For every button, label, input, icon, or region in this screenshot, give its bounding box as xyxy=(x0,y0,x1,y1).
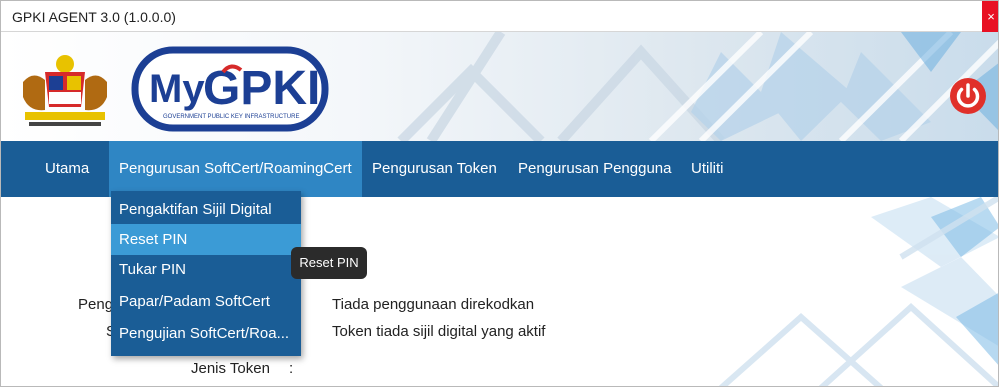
header-banner: My GPKI GOVERNMENT PUBLIC KEY INFRASTRUC… xyxy=(1,32,998,141)
usage-value: Tiada penggunaan direkodkan xyxy=(332,296,535,313)
status-value: Token tiada sijil digital yang aktif xyxy=(332,323,546,340)
menu-utiliti[interactable]: Utiliti xyxy=(691,141,724,197)
menu-pengurusan-token[interactable]: Pengurusan Token xyxy=(372,141,497,197)
title-bar: GPKI AGENT 3.0 (1.0.0.0) × xyxy=(1,1,998,32)
token-type-colon: : xyxy=(289,360,294,377)
reset-pin-tooltip: Reset PIN xyxy=(291,247,367,279)
menu-item-reset-pin[interactable]: Reset PIN xyxy=(111,224,301,255)
power-icon[interactable] xyxy=(949,77,987,115)
softcert-dropdown-menu: Pengaktifan Sijil Digital Reset PIN Tuka… xyxy=(111,191,301,356)
coat-of-arms-icon xyxy=(23,55,107,126)
svg-text:GPKI: GPKI xyxy=(203,62,320,115)
menu-item-tukar-pin[interactable]: Tukar PIN xyxy=(111,254,301,285)
menu-item-papar-padam[interactable]: Papar/Padam SoftCert xyxy=(111,286,301,317)
app-window: GPKI AGENT 3.0 (1.0.0.0) × My GPKI GOVER… xyxy=(0,0,999,387)
close-button[interactable]: × xyxy=(982,1,998,32)
usage-label-fragment: Peng xyxy=(78,296,114,313)
menu-pengurusan-softcert[interactable]: Pengurusan SoftCert/RoamingCert xyxy=(109,141,362,197)
svg-text:My: My xyxy=(149,67,205,111)
svg-text:GOVERNMENT PUBLIC KEY INFRASTR: GOVERNMENT PUBLIC KEY INFRASTRUCTURE xyxy=(163,114,299,120)
menu-item-pengaktifan[interactable]: Pengaktifan Sijil Digital xyxy=(111,194,301,225)
menu-pengurusan-pengguna[interactable]: Pengurusan Pengguna xyxy=(518,141,671,197)
close-icon: × xyxy=(987,9,995,24)
window-title: GPKI AGENT 3.0 (1.0.0.0) xyxy=(12,9,176,25)
main-menu-bar: Utama Pengurusan SoftCert/RoamingCert Pe… xyxy=(1,141,998,197)
mygpki-logo: My GPKI GOVERNMENT PUBLIC KEY INFRASTRUC… xyxy=(131,46,329,132)
menu-utama[interactable]: Utama xyxy=(45,141,89,197)
menu-item-pengujian[interactable]: Pengujian SoftCert/Roa... xyxy=(111,318,301,349)
token-type-label: Jenis Token xyxy=(191,360,270,377)
